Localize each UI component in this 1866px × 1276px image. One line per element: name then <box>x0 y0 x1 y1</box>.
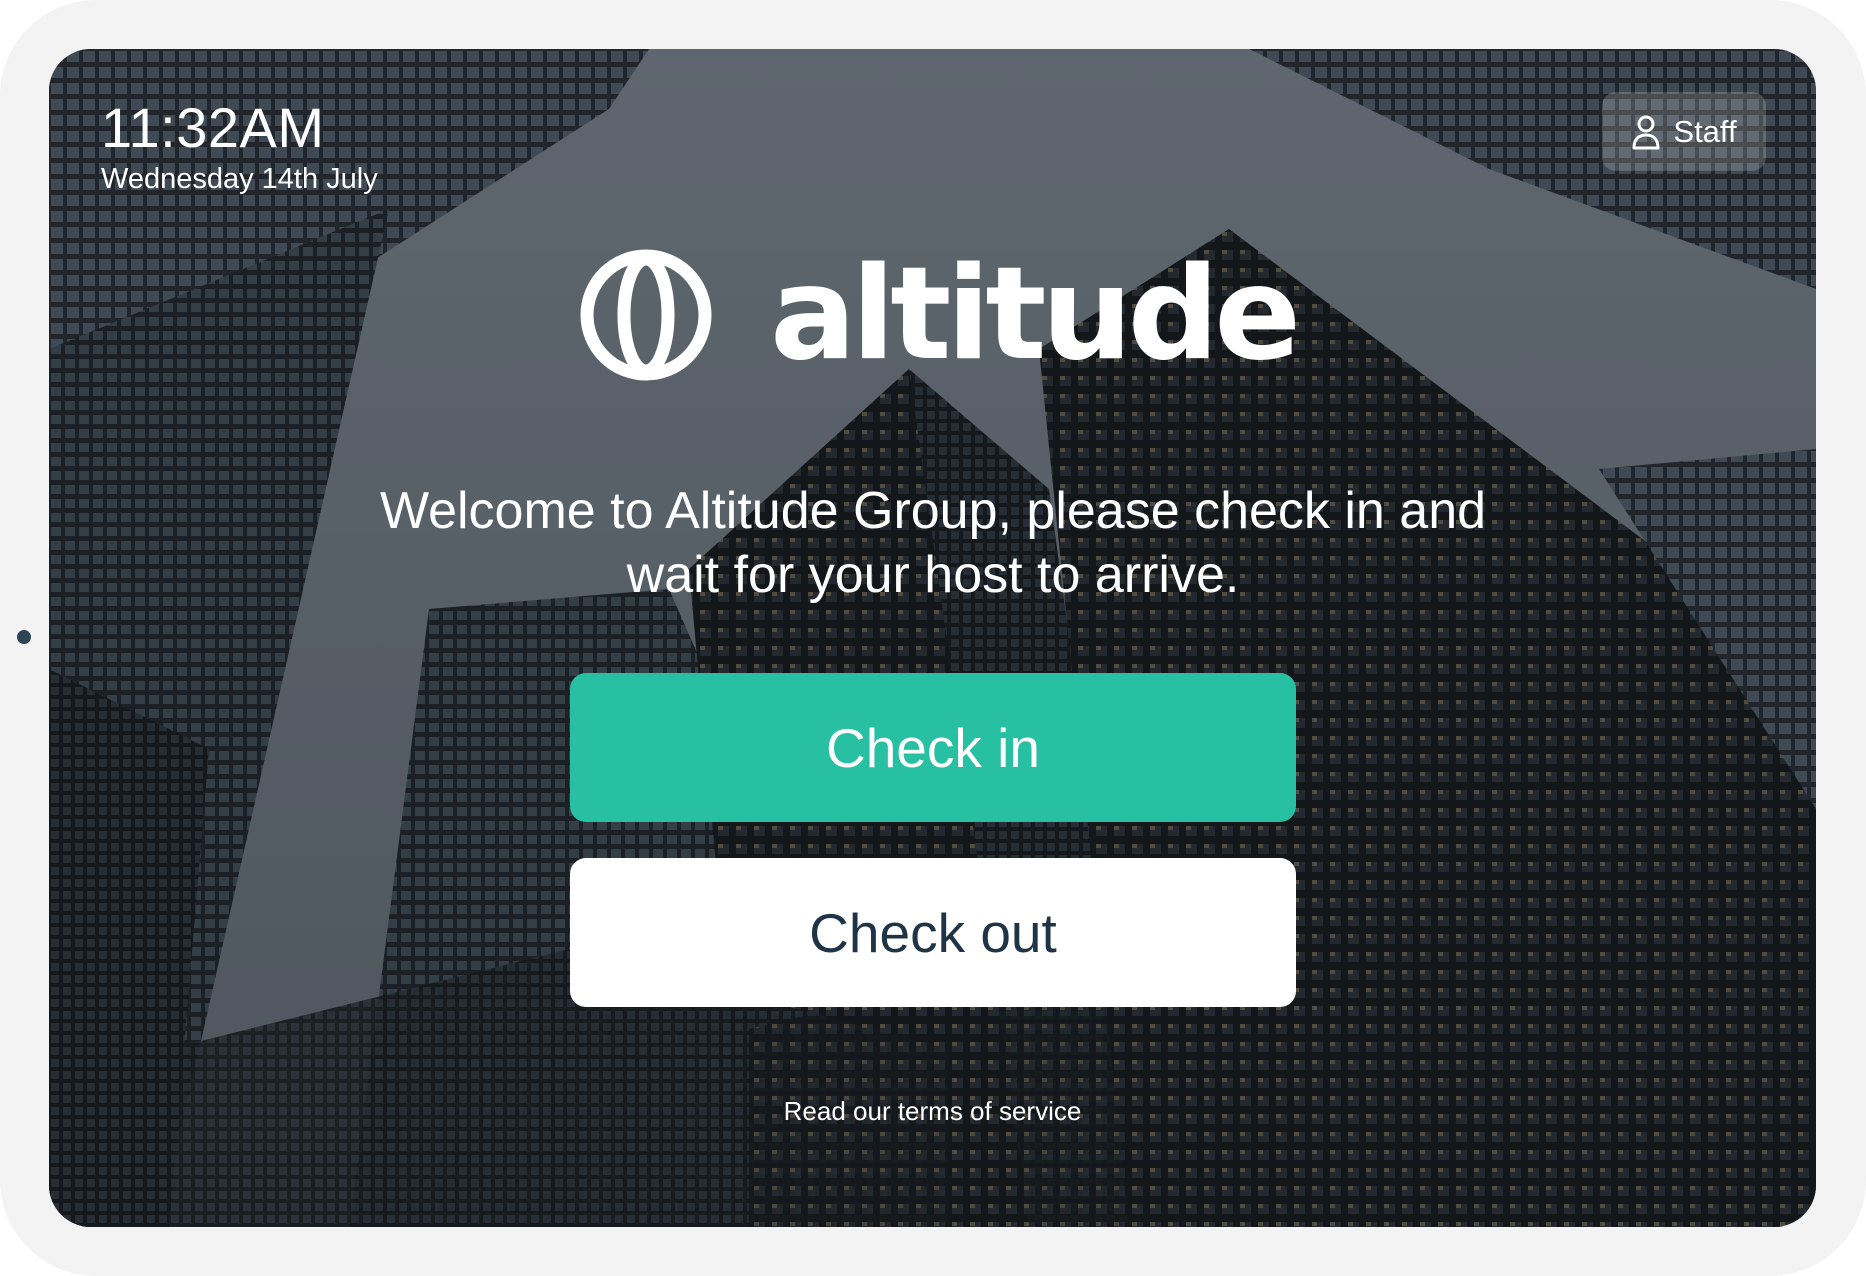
check-in-button[interactable]: Check in <box>570 673 1296 822</box>
current-date: Wednesday 14th July <box>101 163 378 195</box>
welcome-message: Welcome to Altitude Group, please check … <box>379 482 1487 604</box>
user-icon <box>1632 115 1660 149</box>
camera-dot <box>17 630 31 644</box>
clock-widget: 11:32AM Wednesday 14th July <box>101 97 378 197</box>
tablet-frame: 11:32AM Wednesday 14th July Staff altitu… <box>0 0 1866 1276</box>
brand-name: altitude <box>770 240 1301 389</box>
kiosk-screen: 11:32AM Wednesday 14th July Staff altitu… <box>49 49 1816 1227</box>
terms-of-service-link[interactable]: Read our terms of service <box>49 1094 1816 1128</box>
altitude-logo: altitude <box>580 240 1301 389</box>
background-dim-overlay <box>49 49 1816 1227</box>
check-out-button[interactable]: Check out <box>570 858 1296 1007</box>
staff-button-label: Staff <box>1673 113 1737 149</box>
current-time: 11:32AM <box>101 96 325 159</box>
staff-button[interactable]: Staff <box>1602 92 1766 171</box>
globe-mark-icon <box>580 249 712 381</box>
